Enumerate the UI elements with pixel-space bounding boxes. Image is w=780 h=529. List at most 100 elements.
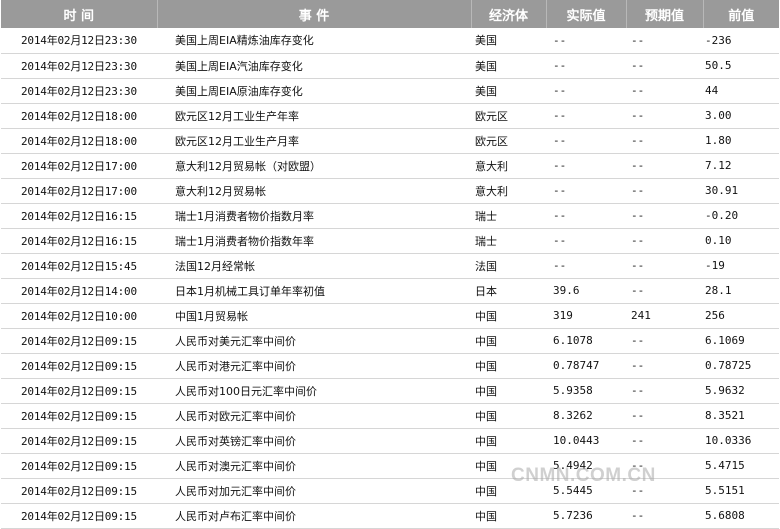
cell-economy: 中国 xyxy=(471,428,546,454)
cell-previous: -0.20 xyxy=(703,203,779,229)
cell-previous: 3.00 xyxy=(703,103,779,129)
cell-economy: 意大利 xyxy=(471,153,546,179)
cell-time: 2014年02月12日09:15 xyxy=(1,503,157,529)
cell-forecast: -- xyxy=(626,178,703,204)
cell-previous: 10.0336 xyxy=(703,428,779,454)
cell-economy: 日本 xyxy=(471,278,546,304)
cell-event: 人民币对卢布汇率中间价 xyxy=(157,503,471,529)
table-header: 时 间 事 件 经济体 实际值 预期值 前值 xyxy=(1,0,779,28)
cell-forecast: -- xyxy=(626,478,703,504)
cell-economy: 欧元区 xyxy=(471,128,546,154)
cell-actual: -- xyxy=(546,53,626,79)
header-event: 事 件 xyxy=(157,0,472,28)
header-forecast: 预期值 xyxy=(626,0,704,28)
cell-forecast: -- xyxy=(626,453,703,479)
cell-previous: -19 xyxy=(703,253,779,279)
cell-event: 人民币对100日元汇率中间价 xyxy=(157,378,471,404)
table-row: 2014年02月12日09:15 人民币对加元汇率中间价 中国 5.5445 -- 5.5… xyxy=(1,478,779,504)
cell-time: 2014年02月12日09:15 xyxy=(1,453,157,479)
cell-previous: 256 xyxy=(703,303,779,329)
cell-actual: -- xyxy=(546,203,626,229)
cell-time: 2014年02月12日09:15 xyxy=(1,353,157,379)
table-row: 2014年02月12日16:15 瑞士1月消费者物价指数月率 瑞士 -- -- -0.20 xyxy=(1,203,779,229)
cell-time: 2014年02月12日16:15 xyxy=(1,203,157,229)
cell-economy: 欧元区 xyxy=(471,103,546,129)
cell-forecast: -- xyxy=(626,78,703,104)
cell-actual: 39.6 xyxy=(546,278,626,304)
header-actual: 实际值 xyxy=(546,0,627,28)
cell-event: 意大利12月贸易帐（对欧盟） xyxy=(157,153,471,179)
cell-time: 2014年02月12日09:15 xyxy=(1,428,157,454)
cell-event: 美国上周EIA原油库存变化 xyxy=(157,78,471,104)
cell-actual: -- xyxy=(546,178,626,204)
table-row: 2014年02月12日16:15 瑞士1月消费者物价指数年率 瑞士 -- -- 0.10 xyxy=(1,228,779,254)
table-body: 2014年02月12日23:30 美国上周EIA精炼油库存变化 美国 -- -- -236… xyxy=(1,28,779,529)
cell-actual: 5.9358 xyxy=(546,378,626,404)
cell-forecast: -- xyxy=(626,353,703,379)
cell-actual: -- xyxy=(546,253,626,279)
cell-time: 2014年02月12日10:00 xyxy=(1,303,157,329)
cell-economy: 瑞士 xyxy=(471,228,546,254)
table-row: 2014年02月12日17:00 意大利12月贸易帐（对欧盟） 意大利 -- -- 7.1… xyxy=(1,153,779,179)
cell-event: 法国12月经常帐 xyxy=(157,253,471,279)
cell-previous: 0.10 xyxy=(703,228,779,254)
cell-actual: -- xyxy=(546,78,626,104)
cell-event: 中国1月贸易帐 xyxy=(157,303,471,329)
cell-actual: 5.7236 xyxy=(546,503,626,529)
cell-actual: -- xyxy=(546,228,626,254)
cell-event: 人民币对加元汇率中间价 xyxy=(157,478,471,504)
table-row: 2014年02月12日09:15 人民币对欧元汇率中间价 中国 8.3262 -- 8.3… xyxy=(1,403,779,429)
cell-previous: 5.6808 xyxy=(703,503,779,529)
cell-time: 2014年02月12日09:15 xyxy=(1,328,157,354)
cell-actual: 8.3262 xyxy=(546,403,626,429)
cell-forecast: -- xyxy=(626,53,703,79)
cell-economy: 中国 xyxy=(471,303,546,329)
table-row: 2014年02月12日10:00 中国1月贸易帐 中国 319 241 256 xyxy=(1,303,779,329)
cell-event: 欧元区12月工业生产月率 xyxy=(157,128,471,154)
cell-time: 2014年02月12日09:15 xyxy=(1,403,157,429)
cell-previous: 28.1 xyxy=(703,278,779,304)
cell-time: 2014年02月12日16:15 xyxy=(1,228,157,254)
cell-forecast: -- xyxy=(626,228,703,254)
cell-previous: 5.9632 xyxy=(703,378,779,404)
cell-event: 美国上周EIA汽油库存变化 xyxy=(157,53,471,79)
cell-time: 2014年02月12日15:45 xyxy=(1,253,157,279)
header-previous: 前值 xyxy=(728,8,755,24)
table-row: 2014年02月12日09:15 人民币对100日元汇率中间价 中国 5.9358 --… xyxy=(1,378,779,404)
table-row: 2014年02月12日15:45 法国12月经常帐 法国 -- -- -19 xyxy=(1,253,779,279)
cell-event: 美国上周EIA精炼油库存变化 xyxy=(157,28,471,54)
cell-economy: 中国 xyxy=(471,353,546,379)
cell-time: 2014年02月12日09:15 xyxy=(1,478,157,504)
cell-time: 2014年02月12日23:30 xyxy=(1,28,157,54)
cell-actual: -- xyxy=(546,28,626,54)
cell-actual: 5.5445 xyxy=(546,478,626,504)
cell-previous: 5.5151 xyxy=(703,478,779,504)
cell-event: 意大利12月贸易帐 xyxy=(157,178,471,204)
cell-economy: 中国 xyxy=(471,328,546,354)
cell-event: 瑞士1月消费者物价指数月率 xyxy=(157,203,471,229)
cell-previous: 30.91 xyxy=(703,178,779,204)
cell-previous: 7.12 xyxy=(703,153,779,179)
cell-time: 2014年02月12日14:00 xyxy=(1,278,157,304)
cell-actual: 6.1078 xyxy=(546,328,626,354)
cell-time: 2014年02月12日23:30 xyxy=(1,78,157,104)
header-time: 时 间 xyxy=(1,0,158,28)
cell-economy: 美国 xyxy=(471,53,546,79)
table-row: 2014年02月12日23:30 美国上周EIA原油库存变化 美国 -- -- 44 xyxy=(1,78,779,104)
cell-event: 人民币对英镑汇率中间价 xyxy=(157,428,471,454)
cell-previous: 1.80 xyxy=(703,128,779,154)
cell-time: 2014年02月12日17:00 xyxy=(1,178,157,204)
cell-time: 2014年02月12日18:00 xyxy=(1,128,157,154)
cell-event: 瑞士1月消费者物价指数年率 xyxy=(157,228,471,254)
cell-time: 2014年02月12日09:15 xyxy=(1,378,157,404)
table-row: 2014年02月12日09:15 人民币对美元汇率中间价 中国 6.1078 -- 6.1… xyxy=(1,328,779,354)
cell-actual: -- xyxy=(546,128,626,154)
cell-event: 人民币对澳元汇率中间价 xyxy=(157,453,471,479)
cell-economy: 中国 xyxy=(471,453,546,479)
header-economy: 经济体 xyxy=(471,0,547,28)
cell-previous: 50.5 xyxy=(703,53,779,79)
cell-economy: 瑞士 xyxy=(471,203,546,229)
cell-forecast: -- xyxy=(626,428,703,454)
cell-economy: 中国 xyxy=(471,478,546,504)
cell-economy: 中国 xyxy=(471,503,546,529)
